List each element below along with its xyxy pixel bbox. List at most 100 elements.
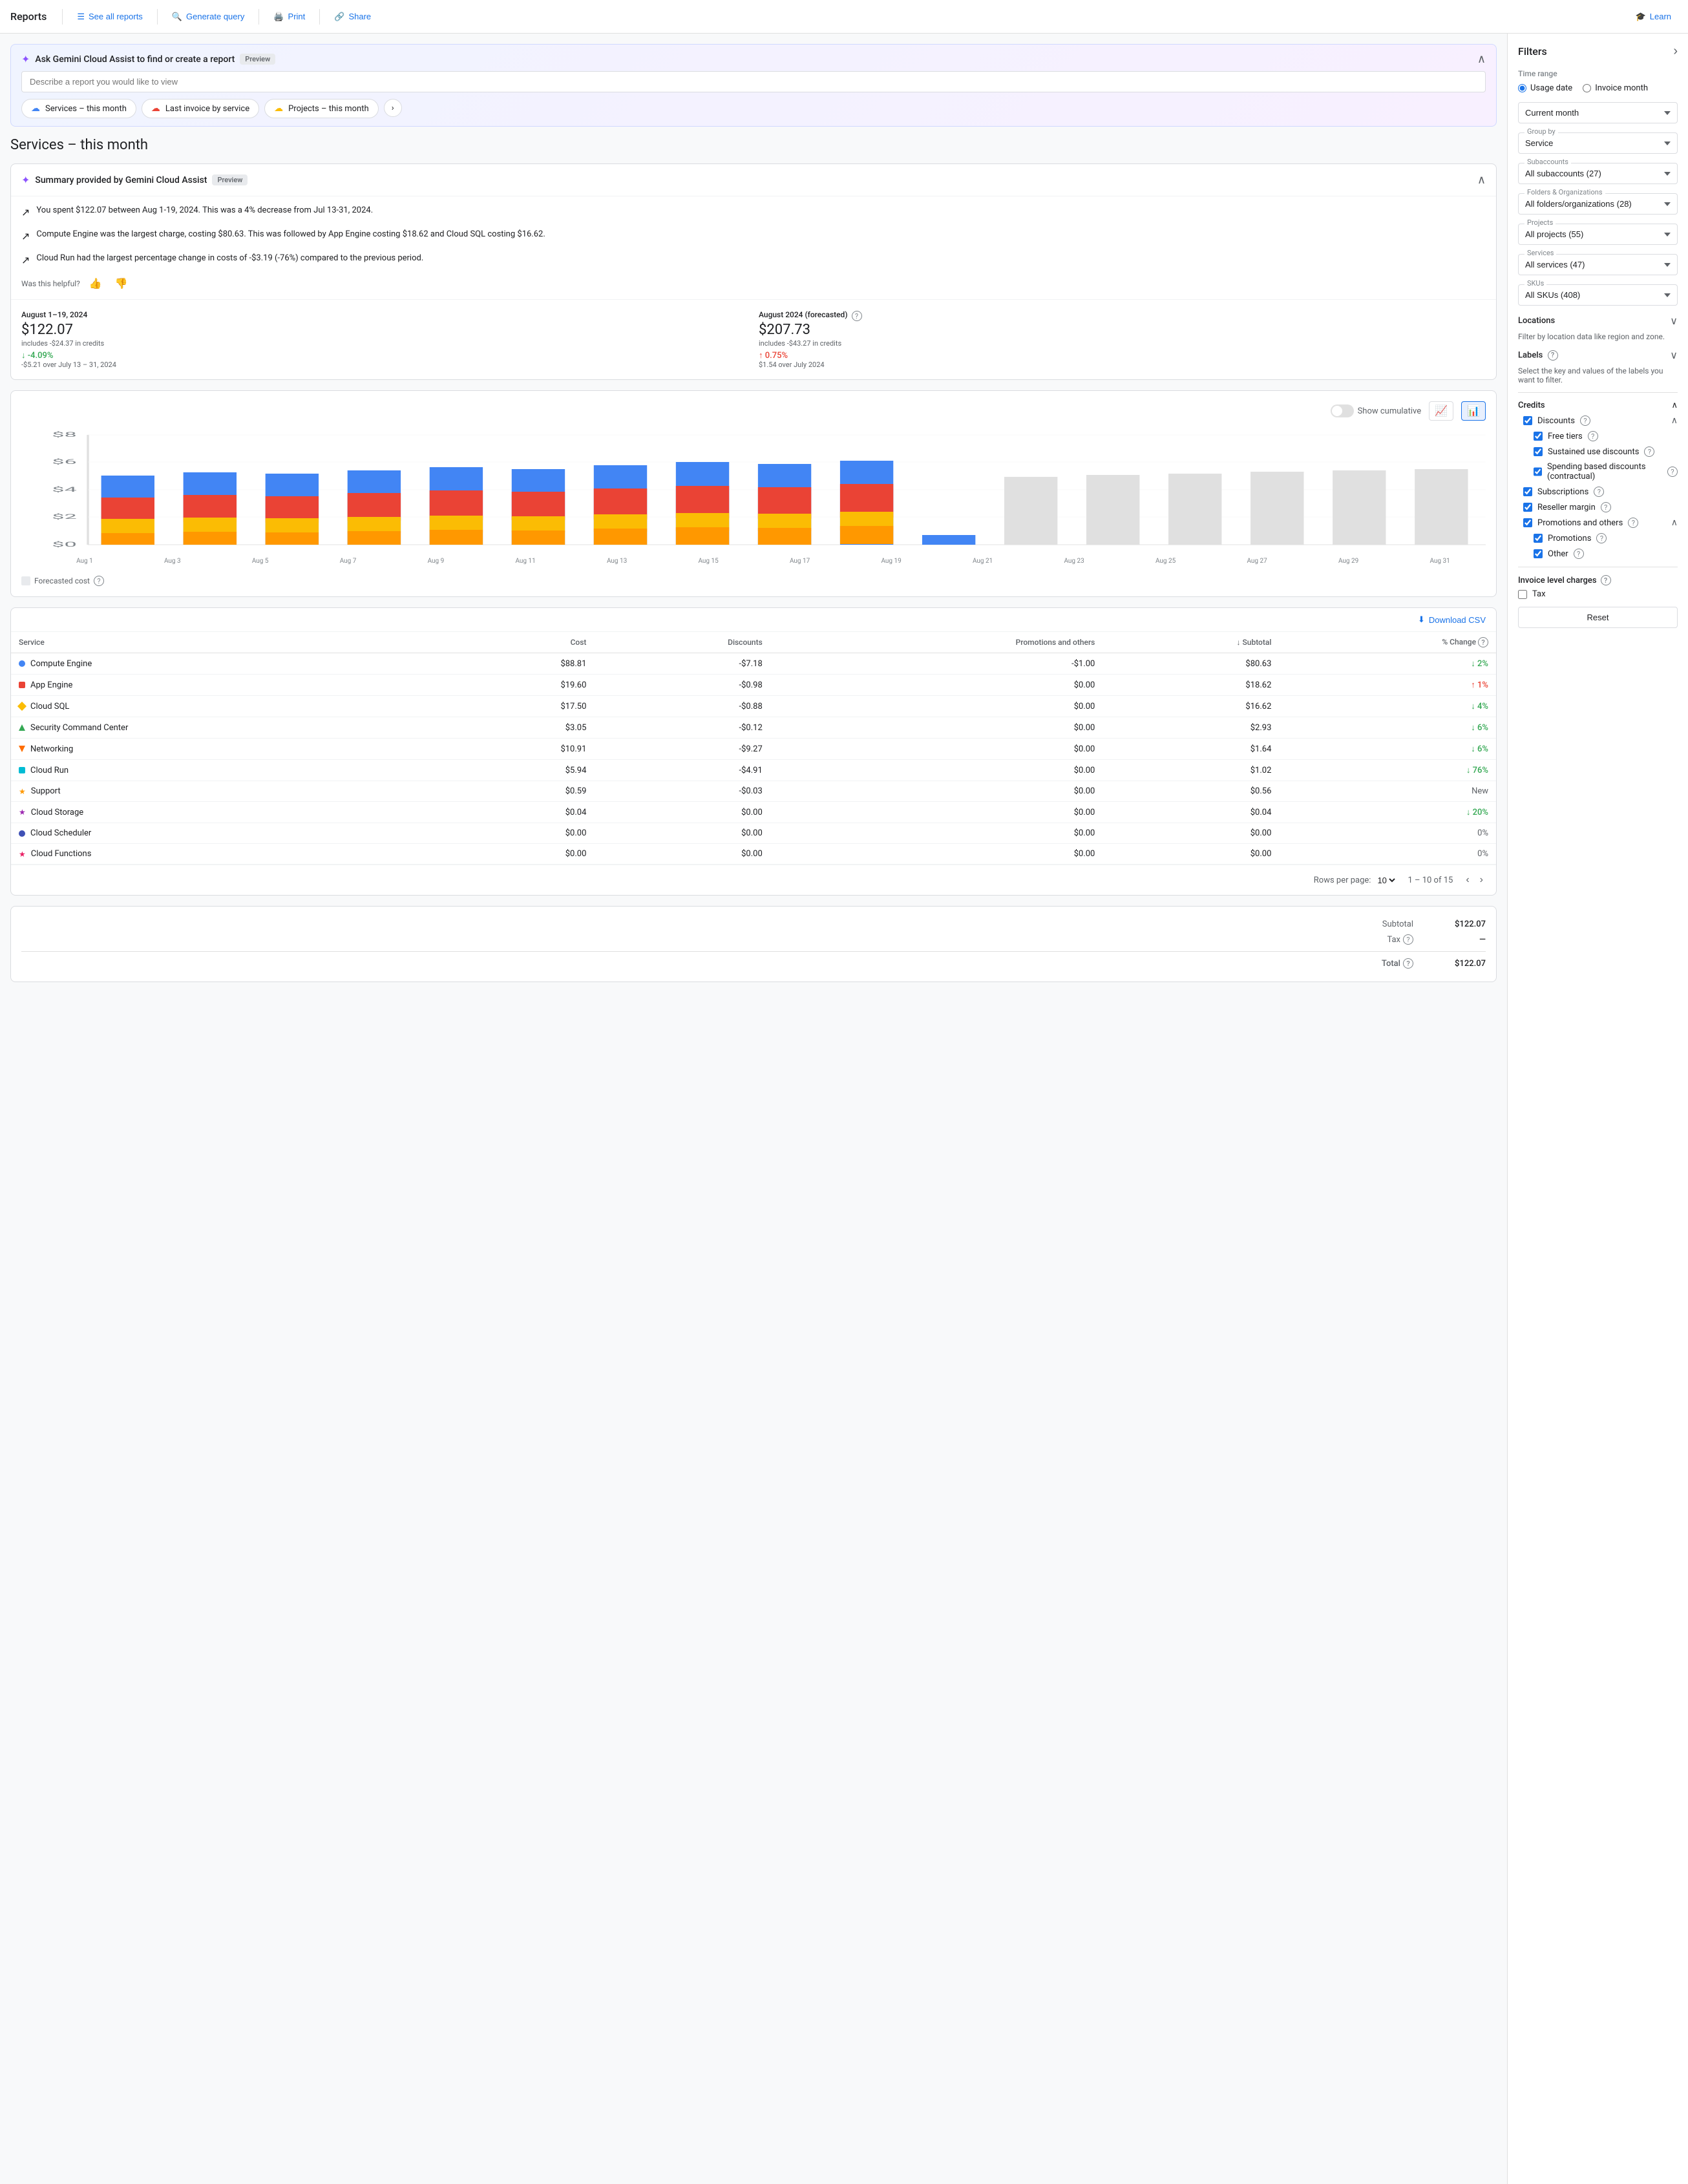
next-page-button[interactable]: › (1477, 872, 1486, 888)
change-cell: 0% (1279, 823, 1496, 844)
line-chart-button[interactable]: 📈 (1429, 401, 1453, 421)
forecasted-cost-label: Forecasted cost ? (21, 576, 1486, 586)
list-icon: ☰ (77, 12, 85, 22)
sustained-help-icon[interactable]: ? (1644, 446, 1654, 457)
total-row: Total ? $122.07 (21, 956, 1486, 971)
help-icon-forecast[interactable]: ? (852, 311, 862, 321)
invoice-month-radio[interactable]: Invoice month (1583, 83, 1648, 93)
subtotal-label: Subtotal (1382, 919, 1413, 929)
show-cumulative-toggle[interactable]: Show cumulative (1331, 404, 1422, 417)
sustained-checkbox[interactable] (1534, 447, 1543, 456)
cloud-icon-3: ☁ (274, 103, 283, 114)
locations-collapsible[interactable]: Locations ∨ (1518, 315, 1678, 327)
bar-chart-button[interactable]: 📊 (1461, 401, 1486, 421)
reseller-help-icon[interactable]: ? (1601, 502, 1611, 512)
table-pagination: Rows per page: 10 25 50 1 – 10 of 15 ‹ › (11, 865, 1496, 895)
subaccounts-wrapper: Subaccounts All subaccounts (27) (1518, 163, 1678, 184)
promotions-help-icon[interactable]: ? (1596, 533, 1607, 543)
report-chip-last-invoice[interactable]: ☁ Last invoice by service (142, 99, 259, 118)
cumulative-switch[interactable] (1331, 404, 1354, 417)
other-help-icon[interactable]: ? (1574, 549, 1584, 559)
labels-expand-icon: ∨ (1670, 349, 1678, 361)
cloud-icon-2: ☁ (151, 103, 160, 114)
subscriptions-checkbox[interactable] (1523, 487, 1532, 496)
forecasted-help-icon[interactable]: ? (94, 576, 104, 586)
filters-expand-button[interactable]: › (1673, 44, 1678, 59)
subscriptions-help-icon[interactable]: ? (1594, 487, 1604, 497)
thumbs-down-button[interactable]: 👎 (111, 276, 132, 291)
app-title: Reports (10, 10, 47, 23)
search-icon: 🔍 (172, 12, 182, 22)
discounts-cell: -$0.88 (594, 696, 770, 717)
labels-help-icon[interactable]: ? (1548, 350, 1558, 361)
promotions-others-help-icon[interactable]: ? (1628, 518, 1638, 528)
total-help-icon[interactable]: ? (1403, 958, 1413, 969)
report-chip-projects[interactable]: ☁ Projects – this month (264, 99, 379, 118)
rows-per-page-select[interactable]: 10 25 50 (1375, 875, 1397, 886)
up-arrow-icon: ↑ (759, 351, 763, 361)
change-cell: ↑ 1% (1279, 675, 1496, 696)
cost-cell: $0.00 (449, 844, 594, 865)
discounts-checkbox[interactable] (1523, 416, 1532, 425)
tax-checkbox[interactable] (1518, 590, 1527, 599)
promotions-others-collapse-icon: ∧ (1671, 518, 1678, 528)
reset-button[interactable]: Reset (1518, 607, 1678, 628)
subscriptions-item: Subscriptions ? (1523, 487, 1678, 497)
totals-section: Subtotal $122.07 Tax ? — Total ? $122.07 (10, 906, 1497, 982)
reseller-checkbox[interactable] (1523, 503, 1532, 512)
trend-icon-2: ↗ (21, 229, 30, 244)
spending-checkbox[interactable] (1534, 467, 1542, 476)
stat-block-current: August 1–19, 2024 $122.07 includes -$24.… (21, 310, 748, 369)
learn-button[interactable]: 🎓 Learn (1629, 8, 1678, 26)
report-chip-services[interactable]: ☁ Services – this month (21, 99, 136, 118)
promotions-checkbox[interactable] (1534, 534, 1543, 543)
free-tiers-checkbox[interactable] (1534, 432, 1543, 441)
generate-query-button[interactable]: 🔍 Generate query (165, 8, 251, 26)
col-subtotal: ↓ Subtotal (1102, 632, 1279, 653)
print-button[interactable]: 🖨️ Print (267, 8, 311, 26)
col-discounts: Discounts (594, 632, 770, 653)
usage-date-radio[interactable]: Usage date (1518, 83, 1572, 93)
change-help-icon[interactable]: ? (1478, 637, 1488, 647)
share-icon: 🔗 (334, 12, 344, 22)
download-csv-button[interactable]: ⬇ Download CSV (1418, 614, 1486, 625)
col-change: % Change ? (1279, 632, 1496, 653)
change-cell: ↓ 6% (1279, 717, 1496, 739)
prev-page-button[interactable]: ‹ (1463, 872, 1472, 888)
current-month-select[interactable]: Current month (1518, 102, 1678, 123)
tax-help-icon[interactable]: ? (1403, 934, 1413, 945)
promotions-others-checkbox[interactable] (1523, 518, 1532, 527)
chips-next-button[interactable]: › (384, 99, 402, 117)
gemini-banner: ✦ Ask Gemini Cloud Assist to find or cre… (10, 44, 1497, 127)
promotions-cell: $0.00 (770, 802, 1103, 823)
gemini-input[interactable] (21, 71, 1486, 92)
cost-cell: $19.60 (449, 675, 594, 696)
discounts-cell: -$0.03 (594, 781, 770, 802)
down-arrow-icon: ↓ (21, 351, 26, 361)
collapse-button[interactable]: ∧ (1477, 52, 1486, 66)
subtotal-row: Subtotal $122.07 (21, 917, 1486, 932)
discounts-cell: $0.00 (594, 802, 770, 823)
table-row: Cloud Run $5.94 -$4.91 $0.00 $1.02 ↓ 76% (11, 760, 1496, 781)
credits-title[interactable]: Credits ∧ (1518, 401, 1678, 410)
credits-section: Credits ∧ Discounts ? ∧ Free tiers ? Sus… (1518, 401, 1678, 559)
discounts-cell: -$0.98 (594, 675, 770, 696)
chart-container: Show cumulative 📈 📊 $0 $2 (10, 390, 1497, 597)
see-all-reports-button[interactable]: ☰ See all reports (70, 8, 149, 26)
thumbs-up-button[interactable]: 👍 (85, 276, 106, 291)
page-title: Services – this month (10, 137, 1497, 153)
labels-collapsible[interactable]: Labels ? ∨ (1518, 349, 1678, 361)
page-navigation: ‹ › (1463, 872, 1486, 888)
other-checkbox[interactable] (1534, 549, 1543, 558)
summary-item-1: ↗ You spent $122.07 between Aug 1-19, 20… (21, 204, 1486, 220)
spending-help-icon[interactable]: ? (1667, 467, 1678, 477)
share-button[interactable]: 🔗 Share (328, 8, 377, 26)
change-cell: ↓ 2% (1279, 653, 1496, 675)
discounts-help-icon[interactable]: ? (1580, 415, 1590, 426)
summary-collapse-button[interactable]: ∧ (1477, 173, 1486, 187)
labels-hint: Select the key and values of the labels … (1518, 366, 1678, 384)
free-tiers-help-icon[interactable]: ? (1588, 431, 1598, 441)
other-item: Other ? (1534, 549, 1678, 559)
invoice-charges-help-icon[interactable]: ? (1601, 575, 1611, 585)
nav-divider-3 (258, 9, 259, 25)
